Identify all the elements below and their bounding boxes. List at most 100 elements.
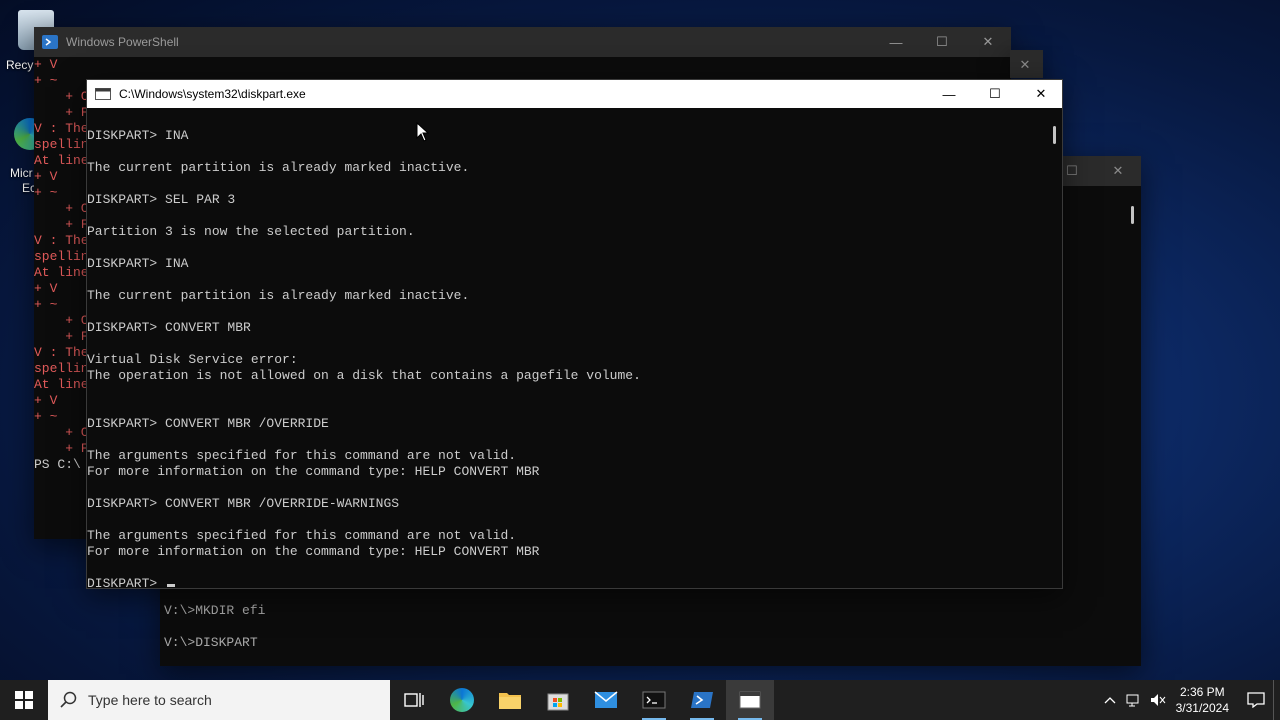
diskpart-output-line: Virtual Disk Service error: xyxy=(87,352,298,368)
console-app-icon xyxy=(95,88,111,100)
powershell-output-line: V : The xyxy=(34,233,89,248)
powershell-output-line: + V xyxy=(34,57,58,72)
diskpart-output-line: DISKPART> INA xyxy=(87,128,188,144)
diskpart-line-text: DISKPART> SEL PAR 3 xyxy=(87,192,236,207)
taskbar-diskpart-button[interactable] xyxy=(726,680,774,720)
diskpart-titlebar[interactable]: C:\Windows\system32\diskpart.exe xyxy=(87,80,1062,108)
diskpart-output-line: For more information on the command type… xyxy=(87,464,539,480)
taskbar-edge-button[interactable] xyxy=(438,680,486,720)
powershell-output-line: + C xyxy=(34,201,89,216)
powershell-maximize-button[interactable]: ☐ xyxy=(919,27,965,57)
console-app-icon xyxy=(739,691,761,709)
diskpart-maximize-button[interactable]: ☐ xyxy=(972,80,1018,108)
powershell-output-line: + V xyxy=(34,169,58,184)
diskpart-window[interactable]: C:\Windows\system32\diskpart.exe — ☐ ✕ D… xyxy=(86,79,1064,591)
diskpart-title: C:\Windows\system32\diskpart.exe xyxy=(119,87,306,101)
cmd-line: V:\>MKDIR efi xyxy=(164,603,266,618)
search-box[interactable]: Type here to search xyxy=(48,680,390,720)
powershell-icon xyxy=(42,35,58,49)
diskpart-line-text: The current partition is already marked … xyxy=(87,160,470,175)
powershell-output-line: At line xyxy=(34,153,89,168)
diskpart-close-button[interactable]: ✕ xyxy=(1018,80,1064,108)
powershell-title: Windows PowerShell xyxy=(66,35,179,49)
show-desktop-button[interactable] xyxy=(1273,680,1280,720)
background-window-edge[interactable]: ✕ xyxy=(1010,50,1043,78)
powershell-output-line: + ~ xyxy=(34,73,58,88)
diskpart-output-line: DISKPART> INA xyxy=(87,256,188,272)
powershell-output-line: + V xyxy=(34,393,58,408)
notification-icon[interactable] xyxy=(1239,692,1273,708)
powershell-titlebar[interactable]: Windows PowerShell xyxy=(34,27,1011,57)
powershell-output-line: + ~ xyxy=(34,409,58,424)
powershell-output-line: + C xyxy=(34,89,89,104)
system-tray: 2:36 PM 3/31/2024 xyxy=(1098,680,1280,720)
taskbar-powershell-button[interactable] xyxy=(678,680,726,720)
windows-logo-icon xyxy=(15,691,33,709)
diskpart-line-text: DISKPART> INA xyxy=(87,256,189,271)
diskpart-output-line: DISKPART> xyxy=(87,576,176,592)
diskpart-output-line: The operation is not allowed on a disk t… xyxy=(87,368,641,384)
diskpart-output-line: DISKPART> SEL PAR 3 xyxy=(87,192,235,208)
show-hidden-icons-chevron-icon[interactable] xyxy=(1098,693,1122,707)
powershell-output-line: At line xyxy=(34,265,89,280)
diskpart-output-line: The arguments specified for this command… xyxy=(87,448,516,464)
search-placeholder: Type here to search xyxy=(88,692,212,708)
diskpart-line-text: DISKPART> CONVERT MBR /OVERRIDE-WARNINGS xyxy=(87,496,400,511)
diskpart-minimize-button[interactable]: — xyxy=(926,80,972,108)
powershell-output-line: At line xyxy=(34,377,89,392)
task-view-button[interactable] xyxy=(390,680,438,720)
diskpart-line-text: The arguments specified for this command… xyxy=(87,528,517,543)
diskpart-line-text: DISKPART> CONVERT MBR /OVERRIDE xyxy=(87,416,329,431)
taskbar-store-button[interactable] xyxy=(534,680,582,720)
taskbar-mail-button[interactable] xyxy=(582,680,630,720)
mouse-cursor-icon xyxy=(416,122,430,142)
powershell-output-line: V : The xyxy=(34,345,89,360)
powershell-minimize-button[interactable]: — xyxy=(873,27,919,57)
diskpart-line-text: The arguments specified for this command… xyxy=(87,448,517,463)
diskpart-output-line: Partition 3 is now the selected partitio… xyxy=(87,224,415,240)
powershell-output-line: + F xyxy=(34,441,89,456)
cmd-scrollbar[interactable] xyxy=(1131,206,1134,224)
diskpart-output-line: For more information on the command type… xyxy=(87,544,539,560)
store-icon xyxy=(547,693,569,711)
terminal-icon xyxy=(642,691,666,709)
network-icon[interactable] xyxy=(1122,693,1146,707)
powershell-icon xyxy=(691,692,713,708)
mail-icon xyxy=(594,691,618,708)
background-close-icon[interactable]: ✕ xyxy=(1002,50,1048,80)
search-icon xyxy=(60,691,77,708)
diskpart-output-line: The arguments specified for this command… xyxy=(87,528,516,544)
diskpart-output-line: DISKPART> CONVERT MBR /OVERRIDE xyxy=(87,416,329,432)
start-button[interactable] xyxy=(0,680,48,720)
powershell-output-line: + F xyxy=(34,217,89,232)
diskpart-line-text: Virtual Disk Service error: xyxy=(87,352,298,367)
powershell-output-line: spellin xyxy=(34,249,89,264)
diskpart-output-line: The current partition is already marked … xyxy=(87,160,469,176)
clock-date: 3/31/2024 xyxy=(1175,701,1229,715)
taskbar-terminal-button[interactable] xyxy=(630,680,678,720)
diskpart-scrollbar[interactable] xyxy=(1053,126,1056,144)
diskpart-output-line: DISKPART> CONVERT MBR /OVERRIDE-WARNINGS xyxy=(87,496,399,512)
diskpart-line-text: Partition 3 is now the selected partitio… xyxy=(87,224,415,239)
folder-icon xyxy=(499,693,521,709)
diskpart-line-text: For more information on the command type… xyxy=(87,544,540,559)
diskpart-line-text: DISKPART> INA xyxy=(87,128,189,143)
powershell-output-line: spellin xyxy=(34,137,89,152)
clock[interactable]: 2:36 PM 3/31/2024 xyxy=(1176,684,1229,716)
diskpart-output-line: The current partition is already marked … xyxy=(87,288,469,304)
cmd-close-button[interactable]: ✕ xyxy=(1095,156,1141,186)
powershell-output-line: + ~ xyxy=(34,185,58,200)
edge-icon xyxy=(450,688,474,712)
taskbar-file-explorer-button[interactable] xyxy=(486,680,534,720)
diskpart-console[interactable]: DISKPART> INA The current partition is al… xyxy=(87,108,1048,591)
text-cursor xyxy=(167,584,176,587)
cmd-line: V:\>DISKPART xyxy=(164,635,258,650)
diskpart-output-line: DISKPART> CONVERT MBR xyxy=(87,320,251,336)
powershell-output-line: spellin xyxy=(34,361,89,376)
desktop-icon-edge-label: Micr xyxy=(10,166,33,180)
diskpart-line-text: For more information on the command type… xyxy=(87,464,540,479)
volume-muted-icon[interactable] xyxy=(1146,693,1170,707)
powershell-output-line: + F xyxy=(34,105,89,120)
powershell-output-line: + C xyxy=(34,313,89,328)
powershell-output-line: + C xyxy=(34,425,89,440)
